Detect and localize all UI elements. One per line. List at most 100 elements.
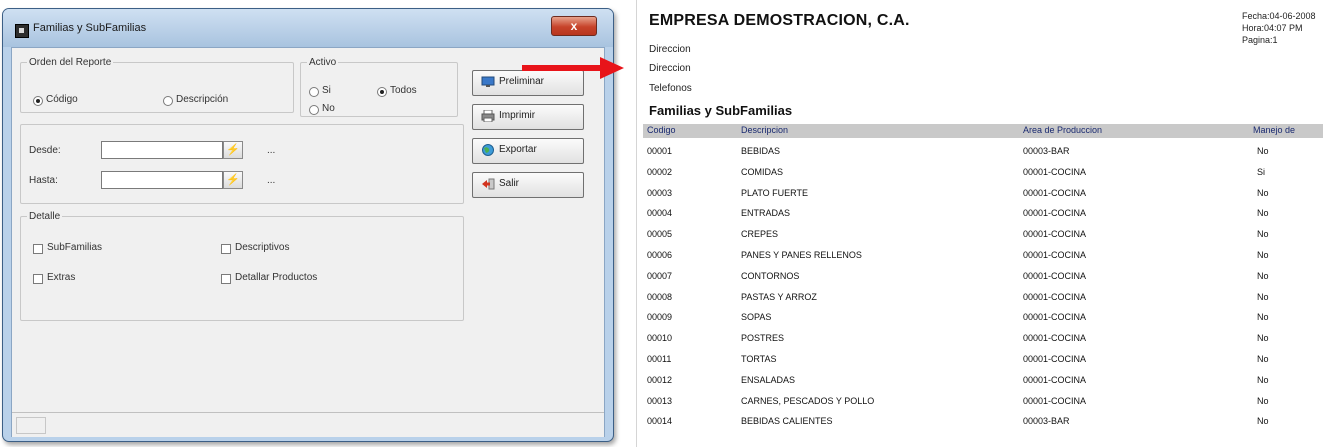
cell-manejo: No [1257,333,1269,344]
desde-label: Desde: [29,145,61,156]
status-bar [12,412,604,437]
cell-descripcion: BEBIDAS CALIENTES [741,416,833,427]
exportar-button[interactable]: Exportar [472,138,584,164]
col-codigo: Codigo [647,125,676,135]
check-extras-label[interactable]: Extras [47,272,75,283]
cell-descripcion: CREPES [741,229,779,240]
cell-descripcion: PANES Y PANES RELLENOS [741,250,862,260]
cell-manejo: No [1257,270,1269,281]
cell-area: 00001-COCINA [1023,395,1087,406]
cell-codigo: 00007 [647,270,673,281]
hasta-ellipsis: ... [267,175,276,186]
preliminar-label: Preliminar [499,76,545,87]
cell-manejo: No [1257,208,1269,219]
report-date: Fecha:04-06-2008 [1242,11,1316,21]
cell-codigo: 00014 [647,416,673,427]
cell-manejo: No [1257,250,1269,260]
address-line-2: Direccion [649,63,691,74]
radio-no-label[interactable]: No [322,103,335,114]
table-row: 00001 BEBIDAS 00003-BAR No [643,142,1323,162]
radio-codigo[interactable] [33,96,43,106]
cell-codigo: 00002 [647,166,673,177]
cell-descripcion: TORTAS [741,354,777,364]
col-manejo: Manejo de [1253,125,1296,135]
table-row: 00007 CONTORNOS 00001-COCINA No [643,267,1323,287]
hasta-input[interactable] [101,171,223,189]
radio-codigo-label[interactable]: Código [46,94,78,105]
red-arrow-icon [600,57,624,79]
table-row: 00009 SOPAS 00001-COCINA No [643,308,1323,328]
table-row: 00012 ENSALADAS 00001-COCINA No [643,371,1323,391]
cell-descripcion: PASTAS Y ARROZ [741,291,817,302]
cell-manejo: No [1257,229,1269,240]
preliminar-button[interactable]: Preliminar [472,70,584,96]
cell-area: 00001-COCINA [1023,312,1087,323]
report-title: Familias y SubFamilias [649,103,793,118]
monitor-icon [481,76,495,88]
cell-manejo: No [1257,374,1269,385]
imprimir-button[interactable]: Imprimir [472,104,584,130]
cell-descripcion: BEBIDAS [741,146,781,156]
cell-area: 00001-COCINA [1023,374,1087,385]
salir-button[interactable]: Salir [472,172,584,198]
title-bar[interactable]: Familias y SubFamilias x [3,9,613,47]
detalle-legend: Detalle [29,211,61,222]
cell-codigo: 00013 [647,395,673,406]
cell-manejo: No [1257,312,1269,323]
activo-group: Activo Si Todos No [300,57,458,117]
orden-legend: Orden del Reporte [29,57,112,68]
radio-todos[interactable] [377,87,387,97]
table-row: 00010 POSTRES 00001-COCINA No [643,329,1323,349]
close-button[interactable]: x [551,16,597,36]
check-detallar-productos[interactable] [221,274,231,284]
cell-area: 00001-COCINA [1023,291,1087,302]
radio-no[interactable] [309,105,319,115]
cell-area: 00001-COCINA [1023,333,1087,344]
table-row: 00013 CARNES, PESCADOS Y POLLO 00001-COCIN… [643,392,1323,412]
table-row: 00008 PASTAS Y ARROZ 00001-COCINA No [643,288,1323,308]
report-preview: EMPRESA DEMOSTRACION, C.A. Direccion Dir… [636,0,1329,447]
dialog-window: Familias y SubFamilias x Orden del Repor… [2,8,614,442]
globe-icon [481,144,495,156]
table-row: 00003 PLATO FUERTE 00001-COCINA No [643,184,1323,204]
check-subfamilias[interactable] [33,244,43,254]
imprimir-label: Imprimir [499,110,536,121]
check-descriptivos[interactable] [221,244,231,254]
desde-input[interactable] [101,141,223,159]
cell-area: 00001-COCINA [1023,270,1087,281]
radio-si[interactable] [309,87,319,97]
table-row: 00004 ENTRADAS 00001-COCINA No [643,204,1323,224]
check-subfamilias-label[interactable]: SubFamilias [47,242,102,253]
radio-si-label[interactable]: Si [322,85,331,96]
cell-codigo: 00001 [647,146,673,156]
check-descriptivos-label[interactable]: Descriptivos [235,242,289,253]
check-detallar-productos-label[interactable]: Detallar Productos [235,272,317,283]
table-row: 00005 CREPES 00001-COCINA No [643,225,1323,245]
cell-manejo: No [1257,354,1269,364]
table-row: 00011 TORTAS 00001-COCINA No [643,350,1323,370]
range-group: Desde: ⚡ ... Hasta: ⚡ ... [20,124,464,204]
radio-descripcion[interactable] [163,96,173,106]
radio-todos-label[interactable]: Todos [390,85,417,96]
printer-icon [481,109,495,123]
radio-descripcion-label[interactable]: Descripción [176,94,228,105]
report-page: Pagina:1 [1242,35,1278,45]
check-extras[interactable] [33,274,43,284]
cell-descripcion: ENSALADAS [741,374,796,385]
cell-codigo: 00010 [647,333,673,344]
hasta-label: Hasta: [29,175,58,186]
cell-codigo: 00008 [647,291,673,302]
table-row: 00002 COMIDAS 00001-COCINA Si [643,163,1323,183]
cell-descripcion: SOPAS [741,312,772,323]
cell-descripcion: PLATO FUERTE [741,187,809,198]
hasta-lookup-button[interactable]: ⚡ [223,171,243,189]
cell-area: 00001-COCINA [1023,166,1087,177]
window-title: Familias y SubFamilias [33,22,147,34]
cell-descripcion: POSTRES [741,333,785,344]
detalle-group: Detalle SubFamilias Descriptivos Extras … [20,211,464,321]
table-row: 00014 BEBIDAS CALIENTES 00003-BAR No [643,412,1323,432]
red-arrow-shaft [522,65,602,71]
desde-lookup-button[interactable]: ⚡ [223,141,243,159]
cell-area: 00003-BAR [1023,416,1070,427]
cell-codigo: 00009 [647,312,673,323]
